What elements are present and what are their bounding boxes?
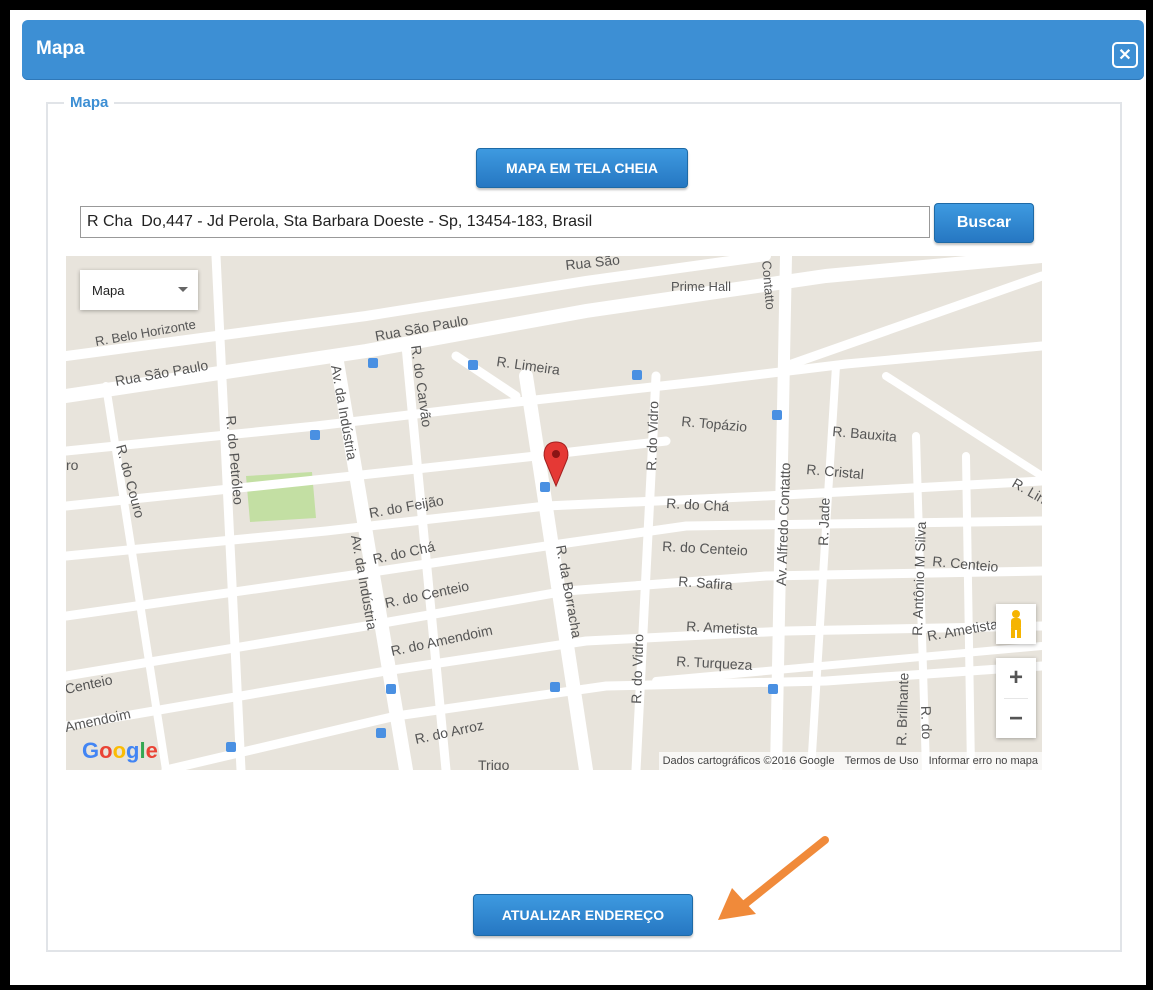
fieldset-legend: Mapa — [64, 94, 115, 111]
address-search-input[interactable] — [80, 206, 930, 238]
chevron-down-icon — [178, 287, 188, 292]
street-view-pegman-icon[interactable] — [996, 604, 1036, 644]
map-dialog: Mapa ✕ Mapa MAPA EM TELA CHEIA Buscar — [10, 10, 1146, 985]
map-canvas[interactable]: Rua São Rua São Paulo R. Belo Horizonte … — [66, 256, 1042, 770]
close-icon[interactable]: ✕ — [1112, 42, 1138, 68]
map-attribution: Dados cartográficos ©2016 Google Termos … — [658, 752, 1042, 770]
update-address-button[interactable]: ATUALIZAR ENDEREÇO — [473, 894, 693, 936]
map-data-credit: Dados cartográficos ©2016 Google — [662, 755, 835, 767]
street-label: R. Brilhante — [893, 672, 912, 746]
street-label: R. do Vidro — [643, 401, 661, 472]
search-button[interactable]: Buscar — [934, 203, 1034, 243]
google-logo: Google — [82, 738, 158, 763]
dialog-title: Mapa — [36, 38, 85, 59]
street-label: R. do Chá — [666, 495, 730, 514]
street-label: R. do — [918, 706, 935, 740]
map-type-select[interactable]: Mapa — [80, 270, 198, 310]
street-label: R. do Vidro — [628, 634, 646, 705]
zoom-out-button[interactable]: − — [996, 699, 1036, 739]
dialog-titlebar: Mapa ✕ — [22, 20, 1144, 80]
street-label: Prime Hall — [671, 279, 731, 294]
terms-link[interactable]: Termos de Uso — [845, 755, 919, 767]
report-error-link[interactable]: Informar erro no mapa — [929, 755, 1038, 767]
street-label: ro — [66, 457, 79, 473]
fullscreen-map-button[interactable]: MAPA EM TELA CHEIA — [476, 148, 688, 188]
zoom-controls: + − — [996, 658, 1036, 738]
google-map[interactable]: Rua São Rua São Paulo R. Belo Horizonte … — [66, 256, 1042, 770]
orange-arrow-annotation — [718, 836, 829, 920]
street-label: Trigo — [478, 757, 510, 770]
zoom-in-button[interactable]: + — [996, 658, 1036, 698]
street-label: R. Jade — [815, 497, 833, 546]
map-type-label: Mapa — [92, 282, 125, 298]
